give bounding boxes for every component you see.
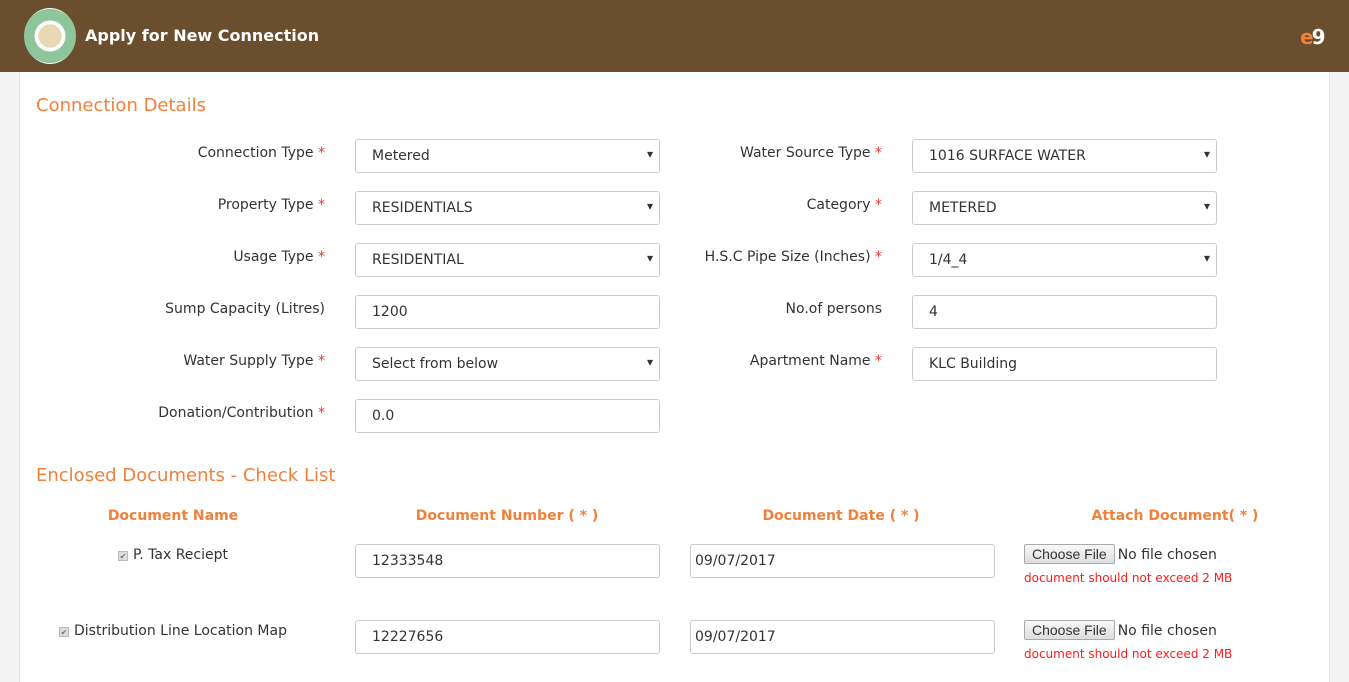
document-checkbox[interactable]: ✔ [118, 551, 128, 561]
input-apartment-name[interactable]: KLC Building [912, 347, 1217, 381]
document-name: ✔ Distribution Line Location Map [23, 623, 323, 639]
document-date-input[interactable]: 09/07/2017 [690, 620, 995, 654]
field-label: Apartment Name * [582, 353, 882, 369]
label-text: Property Type [217, 197, 314, 213]
file-size-error: document should not exceed 2 MB [1024, 647, 1233, 661]
required-star: * [870, 249, 882, 265]
field-label: Category * [582, 197, 882, 213]
document-name-text: P. Tax Reciept [133, 547, 228, 563]
doc-column-header: Document Name [107, 508, 239, 524]
file-input[interactable]: Choose File No file chosen [1024, 544, 1217, 564]
select-water-source-type[interactable]: 1016 SURFACE WATER [912, 139, 1217, 173]
doc-column-header: Attach Document( * ) [1091, 508, 1259, 524]
required-star: * [870, 145, 882, 161]
required-star: * [313, 249, 325, 265]
required-star: * [313, 353, 325, 369]
label-text: Sump Capacity (Litres) [165, 301, 325, 317]
label-text: No.of persons [785, 301, 882, 317]
file-size-error: document should not exceed 2 MB [1024, 571, 1233, 585]
no-file-text: No file chosen [1117, 623, 1217, 639]
field-label: Water Source Type * [582, 145, 882, 161]
field-label: Connection Type * [25, 145, 325, 161]
document-checkbox[interactable]: ✔ [59, 627, 70, 637]
label-text: Donation/Contribution [158, 405, 314, 421]
document-date-input[interactable]: 09/07/2017 [690, 544, 995, 578]
connection-details-title: Connection Details [36, 95, 206, 116]
choose-file-button[interactable]: Choose File [1024, 620, 1115, 640]
file-input[interactable]: Choose File No file chosen [1024, 620, 1217, 640]
no-file-text: No file chosen [1117, 547, 1217, 563]
required-star: * [313, 405, 325, 421]
label-text: H.S.C Pipe Size (Inches) [704, 249, 871, 265]
page-title: Apply for New Connection [85, 26, 320, 45]
label-text: Category [806, 197, 871, 213]
label-text: Connection Type [197, 145, 314, 161]
required-star: * [313, 145, 325, 161]
doc-column-header: Document Number ( * ) [415, 508, 599, 524]
label-text: Usage Type [233, 249, 314, 265]
required-star: * [870, 353, 882, 369]
document-number-input[interactable]: 12333548 [355, 544, 660, 578]
input-donation-contribution[interactable]: 0.0 [355, 399, 660, 433]
field-label: Property Type * [25, 197, 325, 213]
select-category[interactable]: METERED [912, 191, 1217, 225]
label-text: Water Source Type [740, 145, 871, 161]
field-label: Water Supply Type * [25, 353, 325, 369]
label-text: Water Supply Type [183, 353, 314, 369]
required-star: * [870, 197, 882, 213]
state-emblem-logo [24, 8, 76, 64]
field-label: H.S.C Pipe Size (Inches) * [582, 249, 882, 265]
select-h-s-c-pipe-size-inches-[interactable]: 1/4_4 [912, 243, 1217, 277]
required-star: * [313, 197, 325, 213]
field-label: No.of persons [582, 301, 882, 317]
document-name: ✔ P. Tax Reciept [23, 547, 323, 563]
document-number-input[interactable]: 12227656 [355, 620, 660, 654]
label-text: Apartment Name [749, 353, 871, 369]
app-header: Apply for New Connection e9 [0, 0, 1349, 72]
input-no-of-persons[interactable]: 4 [912, 295, 1217, 329]
doc-column-header: Document Date ( * ) [762, 508, 920, 524]
field-label: Donation/Contribution * [25, 405, 325, 421]
documents-title: Enclosed Documents - Check List [36, 465, 336, 486]
document-name-text: Distribution Line Location Map [74, 623, 287, 639]
field-label: Sump Capacity (Litres) [25, 301, 325, 317]
field-label: Usage Type * [25, 249, 325, 265]
choose-file-button[interactable]: Choose File [1024, 544, 1115, 564]
egov-logo: e9 [1300, 25, 1325, 49]
